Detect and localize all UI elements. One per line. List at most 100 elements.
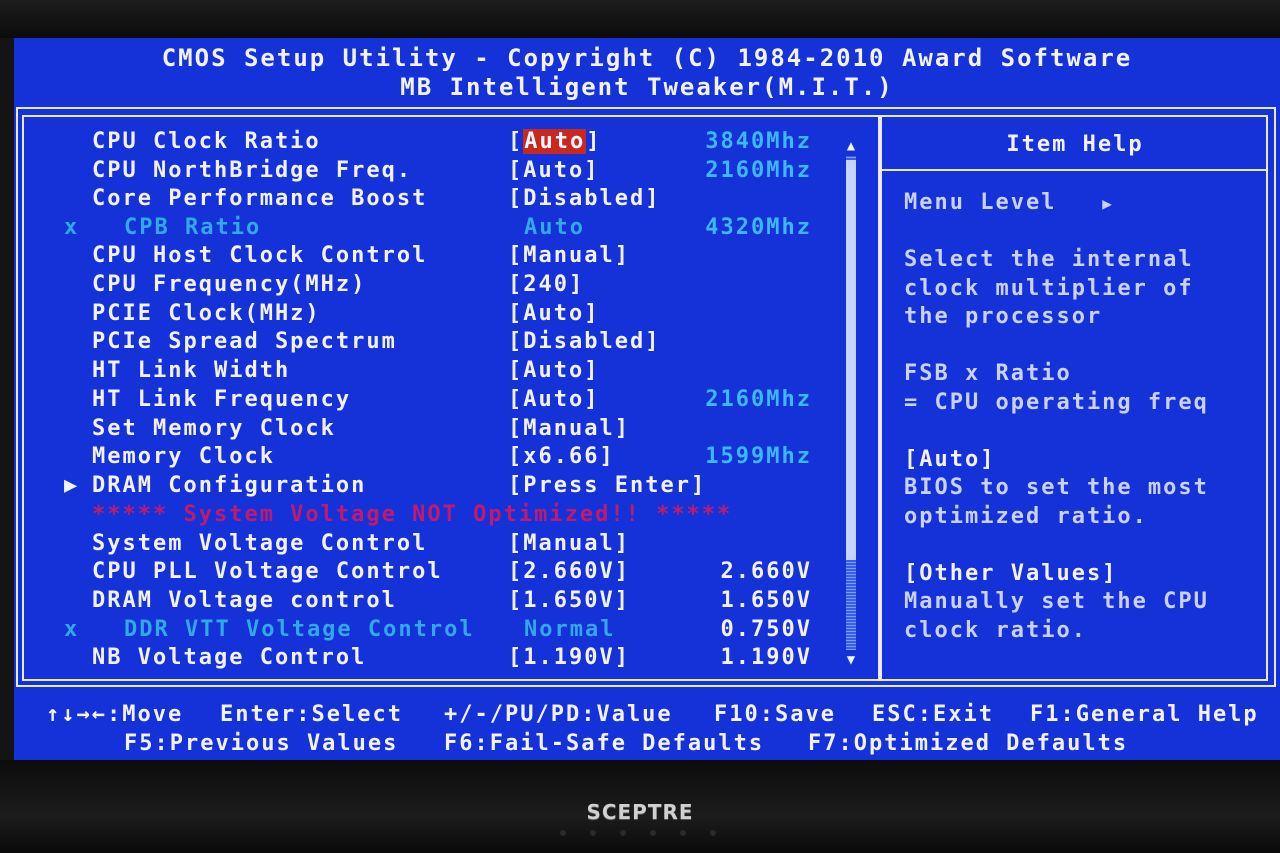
setting-info: 1599Mhz (705, 444, 812, 469)
menu-level: Menu Level ▶ (904, 190, 1114, 215)
setting-value[interactable]: [Manual] (508, 531, 630, 556)
menu-level-arrow-icon: ▶ (1102, 194, 1114, 213)
setting-value[interactable]: [1.650V] (508, 588, 630, 613)
setting-value[interactable]: [Auto] (508, 358, 599, 383)
monitor-button[interactable] (620, 830, 626, 836)
setting-cpu-host-clock-control[interactable]: CPU Host Clock Control [Manual] (14, 243, 834, 271)
setting-value: Normal (524, 617, 616, 642)
setting-value[interactable]: [x6.66] (508, 444, 615, 469)
setting-info: 3840Mhz (705, 129, 812, 154)
setting-info: 2160Mhz (705, 158, 812, 183)
setting-value[interactable]: [2.660V] (508, 559, 630, 584)
setting-set-memory-clock[interactable]: Set Memory Clock [Manual] (14, 416, 834, 444)
setting-label: DRAM Voltage control (92, 588, 397, 613)
setting-label: CPB Ratio (124, 215, 262, 240)
key-value: +/-/PU/PD:Value (444, 702, 673, 727)
setting-value[interactable]: [Disabled] (508, 329, 660, 354)
setting-info: 0.750V (720, 617, 812, 642)
monitor-button[interactable] (560, 830, 566, 836)
help-line: FSB x Ratio (904, 361, 1072, 386)
panel-divider (878, 115, 882, 681)
setting-value[interactable]: [240] (508, 272, 584, 297)
selected-value: Auto (523, 129, 587, 154)
setting-value[interactable]: [Press Enter] (508, 473, 706, 498)
bios-title: CMOS Setup Utility - Copyright (C) 1984-… (161, 44, 1133, 72)
setting-cpu-clock-ratio[interactable]: CPU Clock Ratio [Auto] 3840Mhz (14, 129, 834, 157)
scroll-up-icon[interactable]: ▲ (844, 138, 858, 154)
setting-cpb-ratio: x CPB Ratio Auto 4320Mhz (14, 215, 834, 243)
monitor-bezel-top (0, 0, 1280, 38)
page-title: MB Intelligent Tweaker(M.I.T.) (400, 73, 894, 101)
setting-memory-clock[interactable]: Memory Clock [x6.66] 1599Mhz (14, 444, 834, 472)
setting-nb-voltage[interactable]: NB Voltage Control [1.190V] 1.190V (14, 645, 834, 673)
help-line: the processor (904, 304, 1103, 329)
monitor-button[interactable] (650, 830, 656, 836)
setting-label: CPU NorthBridge Freq. (92, 158, 413, 183)
setting-info: 1.190V (720, 645, 812, 670)
setting-value[interactable]: [Disabled] (508, 186, 660, 211)
scroll-down-icon[interactable]: ▼ (844, 652, 858, 668)
setting-info: 2.660V (720, 559, 812, 584)
setting-label: Memory Clock (92, 444, 275, 469)
help-line: optimized ratio. (904, 504, 1148, 529)
warning-text: ***** System Voltage NOT Optimized!! ***… (92, 502, 733, 527)
setting-ht-link-frequency[interactable]: HT Link Frequency [Auto] 2160Mhz (14, 387, 834, 415)
setting-value[interactable]: [Manual] (508, 243, 630, 268)
setting-label: CPU Host Clock Control (92, 243, 428, 268)
key-optimized: F7:Optimized Defaults (808, 731, 1129, 756)
setting-pcie-spread-spectrum[interactable]: PCIe Spread Spectrum [Disabled] (14, 329, 834, 357)
disabled-mark: x (64, 215, 80, 240)
setting-cpu-northbridge-freq[interactable]: CPU NorthBridge Freq. [Auto] 2160Mhz (14, 158, 834, 186)
setting-value[interactable]: [Auto] (508, 387, 599, 412)
key-select: Enter:Select (220, 702, 403, 727)
setting-dram-voltage[interactable]: DRAM Voltage control [1.650V] 1.650V (14, 588, 834, 616)
bios-screen: CMOS Setup Utility - Copyright (C) 1984-… (14, 38, 1280, 760)
scroll-thumb[interactable] (846, 160, 856, 560)
key-legend: ↑↓→←:Move Enter:Select +/-/PU/PD:Value F… (14, 688, 1280, 760)
setting-label: DRAM Configuration (92, 473, 367, 498)
setting-ddr-vtt-voltage: x DDR VTT Voltage Control Normal 0.750V (14, 617, 834, 645)
setting-info: 1.650V (720, 588, 812, 613)
setting-value[interactable]: [Auto] (508, 158, 599, 183)
help-title-divider (882, 169, 1268, 171)
setting-label: Core Performance Boost (92, 186, 428, 211)
help-line: clock ratio. (904, 618, 1087, 643)
setting-value[interactable]: [Manual] (508, 416, 630, 441)
key-save: F10:Save (714, 702, 836, 727)
setting-info: 4320Mhz (705, 215, 812, 240)
setting-ht-link-width[interactable]: HT Link Width [Auto] (14, 358, 834, 386)
key-exit: ESC:Exit (872, 702, 994, 727)
setting-label: HT Link Width (92, 358, 291, 383)
setting-label: CPU PLL Voltage Control (92, 559, 443, 584)
help-line: = CPU operating freq (904, 390, 1209, 415)
setting-cpu-pll-voltage[interactable]: CPU PLL Voltage Control [2.660V] 2.660V (14, 559, 834, 587)
setting-info: 2160Mhz (705, 387, 812, 412)
setting-dram-configuration[interactable]: ▶ DRAM Configuration [Press Enter] (14, 473, 834, 501)
key-move: ↑↓→←:Move (46, 702, 184, 727)
disabled-mark: x (64, 617, 80, 642)
setting-cpu-frequency[interactable]: CPU Frequency(MHz) [240] (14, 272, 834, 300)
setting-label: DDR VTT Voltage Control (124, 617, 475, 642)
help-panel-title: Item Help (1006, 132, 1144, 157)
setting-value[interactable]: [1.190V] (508, 645, 630, 670)
setting-value[interactable]: [Auto] (508, 301, 599, 326)
help-line: BIOS to set the most (904, 475, 1209, 500)
setting-label: PCIE Clock(MHz) (92, 301, 321, 326)
monitor-button[interactable] (590, 830, 596, 836)
help-line: [Other Values] (904, 561, 1118, 586)
setting-value: Auto (524, 215, 585, 240)
setting-label: System Voltage Control (92, 531, 428, 556)
help-line: Select the internal (904, 247, 1194, 272)
setting-label: CPU Clock Ratio (92, 129, 321, 154)
key-general-help: F1:General Help (1030, 702, 1259, 727)
setting-value[interactable]: [Auto] (508, 129, 601, 154)
setting-label: PCIe Spread Spectrum (92, 329, 397, 354)
setting-label: CPU Frequency(MHz) (92, 272, 367, 297)
setting-pcie-clock[interactable]: PCIE Clock(MHz) [Auto] (14, 301, 834, 329)
key-previous-values: F5:Previous Values (124, 731, 399, 756)
settings-scrollbar[interactable]: ▲ ▼ (844, 138, 858, 668)
setting-core-performance-boost[interactable]: Core Performance Boost [Disabled] (14, 186, 834, 214)
setting-system-voltage-control[interactable]: System Voltage Control [Manual] (14, 531, 834, 559)
monitor-button[interactable] (710, 830, 716, 836)
monitor-button[interactable] (680, 830, 686, 836)
